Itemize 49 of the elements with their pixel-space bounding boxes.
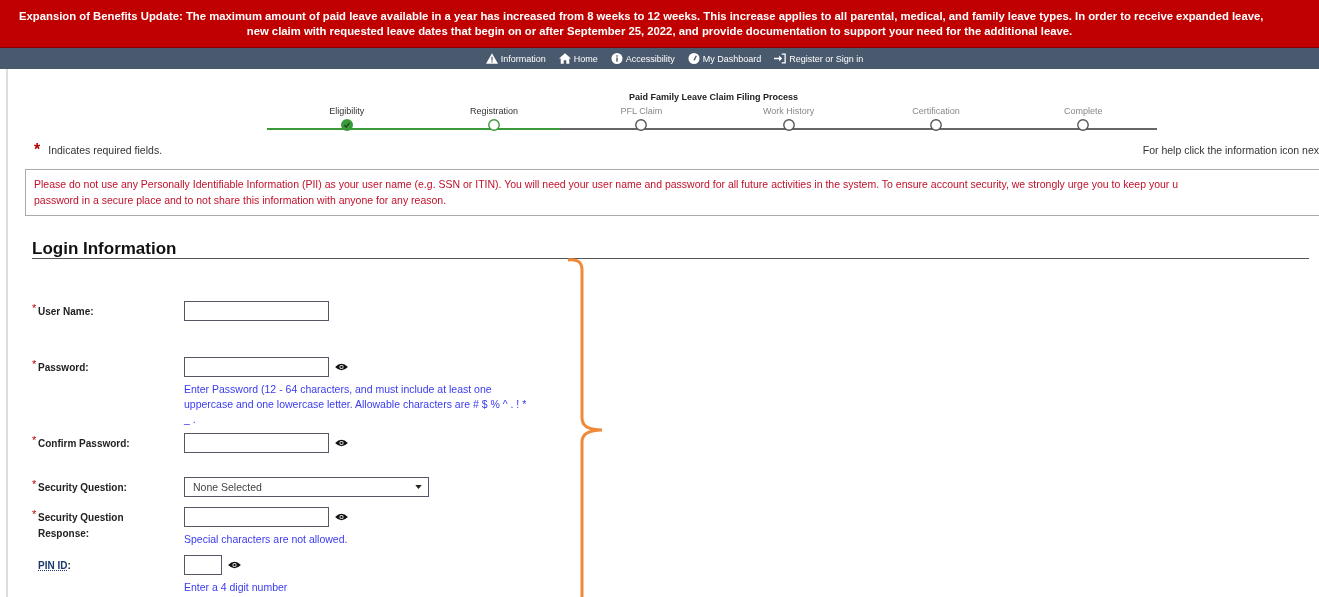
field-hint: Special characters are not allowed. bbox=[184, 532, 349, 547]
step-label: Eligibility bbox=[329, 106, 365, 116]
home-icon bbox=[558, 53, 571, 64]
required-asterisk: * bbox=[32, 436, 38, 445]
caret-icon bbox=[415, 485, 422, 489]
field-label: Password: bbox=[38, 361, 90, 375]
field-label: Security Question Response: bbox=[38, 511, 125, 541]
warning-icon bbox=[485, 53, 498, 64]
input-field[interactable] bbox=[184, 433, 329, 453]
eye-icon[interactable] bbox=[228, 561, 241, 569]
required-asterisk: * bbox=[32, 360, 38, 369]
pii-notice: Please do not use any Personally Identifiable Information (PII) as your user name (e.g. SSN or ITIN). You will need your user name and password for all future activities in the system. To ensure account security, we strongly urge you to keep your u password in a secure place and to not share this information with anyone for any reason. bbox=[25, 169, 1319, 216]
input-field[interactable] bbox=[184, 507, 329, 527]
step-label: Certification bbox=[912, 106, 960, 116]
nav-link[interactable]: Information bbox=[485, 53, 546, 64]
nav-link[interactable]: My Dashboard bbox=[687, 53, 762, 64]
nav-link[interactable]: Accessibility bbox=[610, 53, 675, 64]
eye-icon[interactable] bbox=[335, 363, 348, 371]
input-field[interactable] bbox=[184, 555, 222, 575]
step-label: Registration bbox=[469, 106, 518, 116]
required-asterisk: * bbox=[34, 145, 41, 155]
banner-text: new claim with requested leave dates that begin on or after September 25, 2022, and provide documentation to support your need for the additional leave. bbox=[245, 25, 1074, 37]
field-label: Confirm Password: bbox=[38, 437, 131, 451]
required-asterisk: * bbox=[32, 304, 38, 313]
step-label: PFL Claim bbox=[620, 106, 663, 116]
eye-icon[interactable] bbox=[335, 439, 348, 447]
required-asterisk: * bbox=[32, 480, 38, 489]
eye-icon[interactable] bbox=[335, 513, 348, 521]
process-title: Paid Family Leave Claim Filing Process bbox=[627, 91, 800, 102]
step-label: Work History bbox=[762, 106, 815, 116]
help-text: For help click the information icon nex bbox=[1142, 144, 1319, 156]
banner-text: Expansion of Benefits Update: The maximum amount of paid leave available in a year has increased from 8 weeks to 12 weeks. This increase applies to all parental, medical, and family leave types. In order to receive expanded leave, bbox=[18, 10, 1265, 22]
nav-link[interactable]: Register or Sign in bbox=[774, 53, 864, 64]
field-label: Security Question: bbox=[38, 481, 128, 495]
label-colon: : bbox=[67, 559, 71, 573]
section-heading: Login Information bbox=[32, 240, 178, 258]
field-hint: Enter Password (12 - 64 characters, and must include at least one uppercase and one lowercase letter. Allowable characters are # $ % ^ . ! * _ . bbox=[184, 382, 528, 427]
input-field[interactable] bbox=[184, 301, 329, 321]
dropdown[interactable]: None Selected bbox=[184, 477, 429, 497]
input-field[interactable] bbox=[184, 357, 329, 377]
gauge-icon bbox=[687, 53, 700, 64]
required-asterisk: * bbox=[32, 510, 38, 519]
required-note: Indicates required fields. bbox=[48, 144, 163, 156]
info-icon bbox=[610, 53, 623, 64]
field-hint: Enter a 4 digit number bbox=[184, 580, 289, 595]
step-label: Complete bbox=[1064, 106, 1103, 116]
field-label: User Name: bbox=[38, 305, 95, 319]
nav-link[interactable]: Home bbox=[558, 53, 598, 64]
sign-in-icon bbox=[774, 53, 787, 64]
